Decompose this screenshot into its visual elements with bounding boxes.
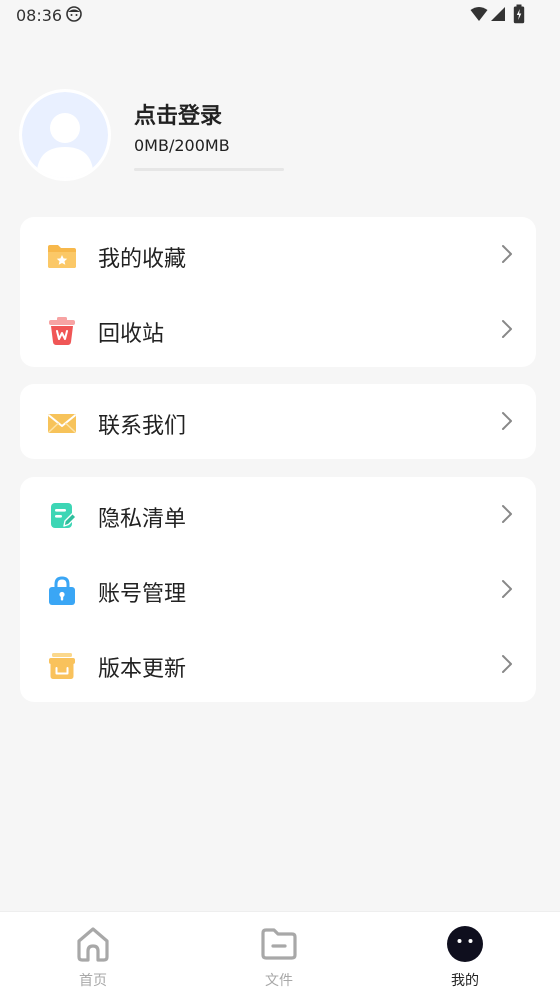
menu-item-favorites[interactable]: 我的收藏 xyxy=(20,217,536,292)
menu-card-favorites-recycle: 我的收藏 回收站 xyxy=(20,217,536,367)
menu-item-label: 版本更新 xyxy=(98,657,187,682)
default-avatar-icon xyxy=(22,92,108,178)
folder-icon xyxy=(261,928,297,960)
battery-icon xyxy=(513,4,525,24)
menu-item-label: 我的收藏 xyxy=(98,247,187,272)
menu-item-account-management[interactable]: 账号管理 xyxy=(20,552,536,627)
notification-face-icon xyxy=(66,6,82,22)
mail-icon xyxy=(47,414,77,433)
menu-item-recycle-bin[interactable]: 回收站 xyxy=(20,292,536,367)
menu-item-label: 联系我们 xyxy=(98,414,187,439)
lock-icon xyxy=(49,576,75,605)
profile-face-icon xyxy=(447,926,483,962)
tab-label: 我的 xyxy=(451,973,479,989)
home-icon xyxy=(77,927,109,962)
wifi-icon xyxy=(470,7,488,21)
privacy-list-icon xyxy=(51,503,77,528)
menu-item-contact-us[interactable]: 联系我们 xyxy=(20,384,536,459)
tab-me[interactable]: 我的 xyxy=(372,912,558,998)
tab-label: 文件 xyxy=(265,973,293,989)
avatar[interactable] xyxy=(22,92,108,178)
storage-usage-text: 0MB/200MB xyxy=(134,136,230,155)
chevron-right-icon xyxy=(502,245,512,263)
folder-star-icon xyxy=(48,245,76,268)
menu-item-label: 回收站 xyxy=(98,322,165,347)
profile-header[interactable]: 点击登录 0MB/200MB xyxy=(0,90,560,190)
login-link[interactable]: 点击登录 xyxy=(134,98,222,130)
menu-item-label: 账号管理 xyxy=(98,582,187,607)
menu-item-label: 隐私清单 xyxy=(98,507,187,532)
bottom-navigation: 首页 文件 我的 xyxy=(0,911,560,998)
chevron-right-icon xyxy=(502,580,512,598)
menu-item-version-update[interactable]: 版本更新 xyxy=(20,627,536,702)
tab-home[interactable]: 首页 xyxy=(0,912,186,998)
tab-files[interactable]: 文件 xyxy=(186,912,372,998)
menu-item-privacy-list[interactable]: 隐私清单 xyxy=(20,477,536,552)
storage-progress-bar xyxy=(134,168,284,171)
chevron-right-icon xyxy=(502,320,512,338)
status-bar: 08:36 xyxy=(0,0,560,30)
menu-card-settings: 隐私清单 账号管理 版本更新 xyxy=(20,477,536,702)
box-icon xyxy=(49,653,75,679)
chevron-right-icon xyxy=(502,505,512,523)
chevron-right-icon xyxy=(502,655,512,673)
tab-label: 首页 xyxy=(79,973,107,989)
status-time: 08:36 xyxy=(16,6,63,25)
menu-card-contact: 联系我们 xyxy=(20,384,536,459)
chevron-right-icon xyxy=(502,412,512,430)
trash-icon xyxy=(49,317,75,345)
signal-icon xyxy=(491,7,505,21)
